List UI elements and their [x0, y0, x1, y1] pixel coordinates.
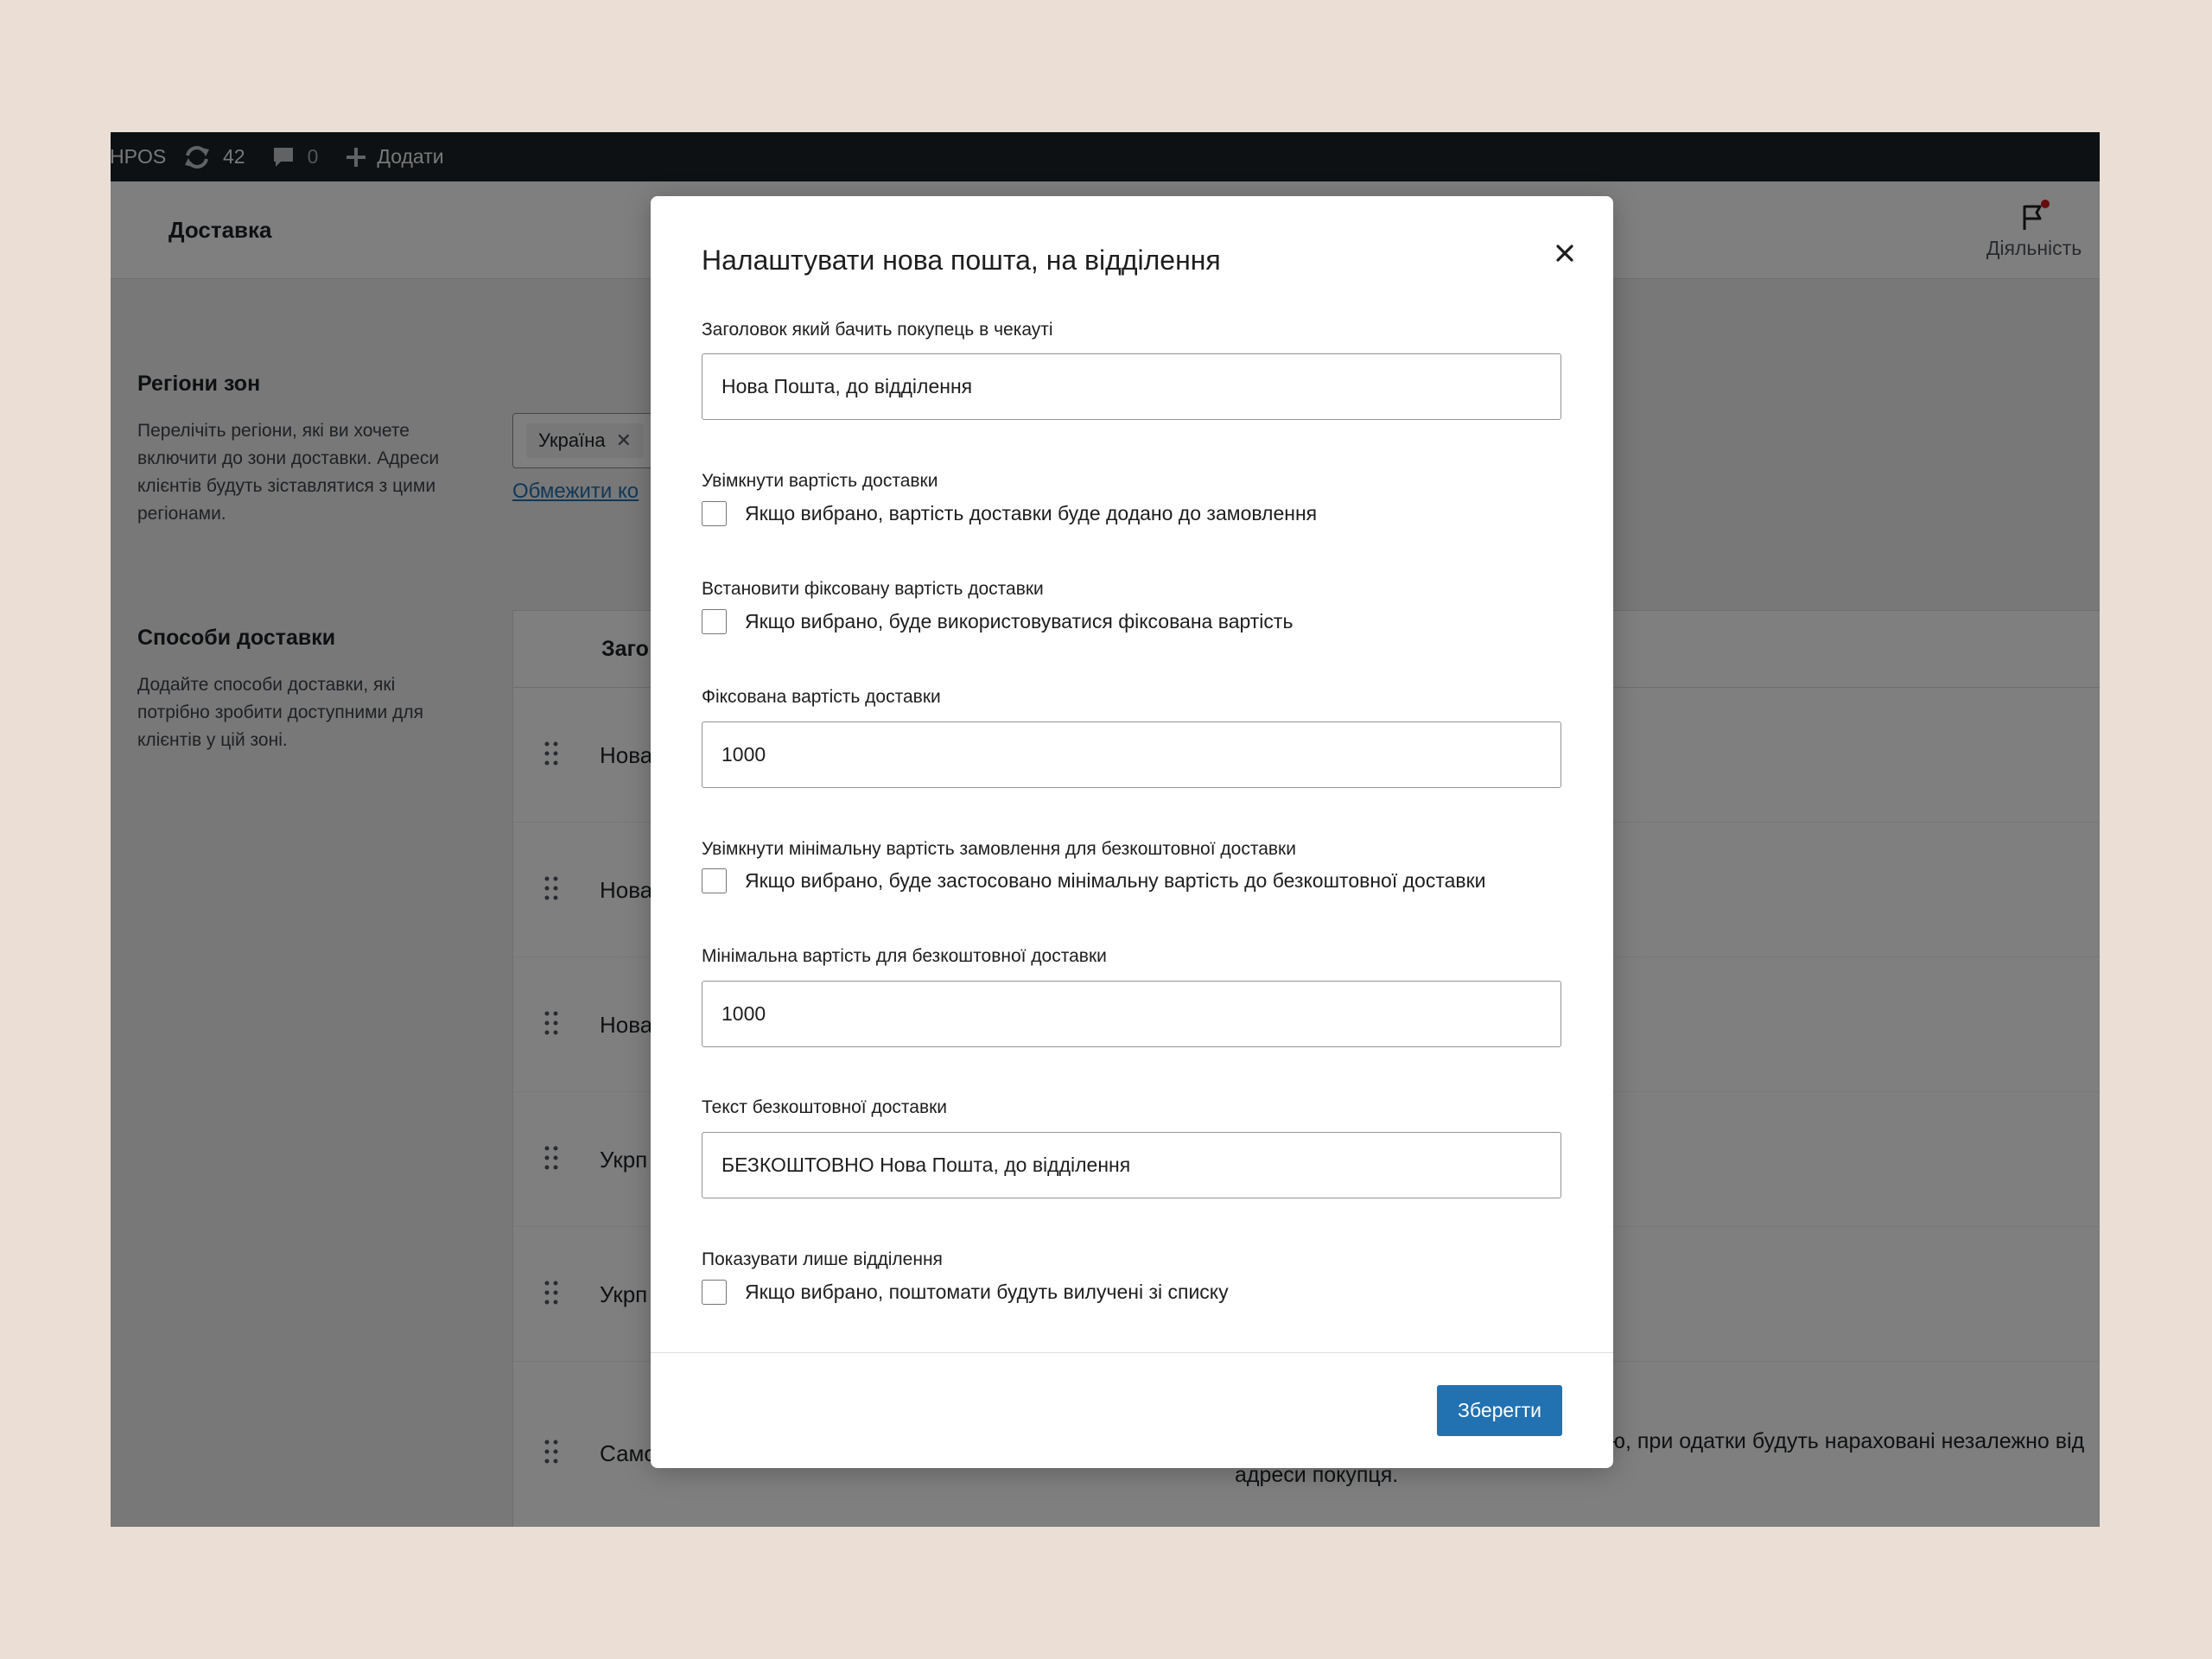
fixed-cost-toggle-label: Встановити фіксовану вартість доставки: [702, 579, 1044, 599]
settings-modal: Налаштувати нова пошта, на відділення За…: [651, 196, 1613, 1468]
min-free-value-input[interactable]: [702, 981, 1561, 1047]
free-text-input[interactable]: [702, 1132, 1561, 1198]
fixed-cost-text: Якщо вибрано, буде використовуватися фік…: [745, 610, 1294, 632]
min-free-value-label: Мінімальна вартість для безкоштовної дос…: [702, 946, 1107, 966]
branches-only-text: Якщо вибрано, поштомати будуть вилучені …: [745, 1281, 1229, 1303]
branches-only-checkbox[interactable]: [702, 1280, 727, 1305]
close-button[interactable]: [1548, 238, 1582, 272]
fixed-cost-label: Фіксована вартість доставки: [702, 687, 941, 707]
modal-title: Налаштувати нова пошта, на відділення: [702, 245, 1221, 276]
save-button[interactable]: Зберегти: [1437, 1385, 1562, 1436]
min-free-text: Якщо вибрано, буде застосовано мінімальн…: [745, 869, 1486, 892]
enable-cost-text: Якщо вибрано, вартість доставки буде дод…: [745, 502, 1318, 524]
min-free-toggle-label: Увімкнути мінімальну вартість замовлення…: [702, 839, 1296, 859]
branches-only-label: Показувати лише відділення: [702, 1249, 943, 1269]
branches-only-option: Якщо вибрано, поштомати будуть вилучені …: [702, 1280, 1229, 1305]
min-free-checkbox[interactable]: [702, 868, 727, 893]
checkout-title-label: Заголовок який бачить покупець в чекауті: [702, 320, 1053, 340]
checkout-title-input[interactable]: [702, 353, 1561, 420]
close-icon: [1555, 244, 1574, 267]
enable-cost-checkbox[interactable]: [702, 501, 727, 526]
fixed-cost-input[interactable]: [702, 721, 1561, 788]
min-free-option: Якщо вибрано, буде застосовано мінімальн…: [702, 868, 1486, 893]
free-text-label: Текст безкоштовної доставки: [702, 1097, 948, 1117]
fixed-cost-option: Якщо вибрано, буде використовуватися фік…: [702, 609, 1293, 634]
modal-footer: Зберегти: [651, 1352, 1613, 1468]
enable-cost-option: Якщо вибрано, вартість доставки буде дод…: [702, 501, 1317, 526]
enable-cost-label: Увімкнути вартість доставки: [702, 471, 938, 491]
fixed-cost-checkbox[interactable]: [702, 609, 727, 634]
